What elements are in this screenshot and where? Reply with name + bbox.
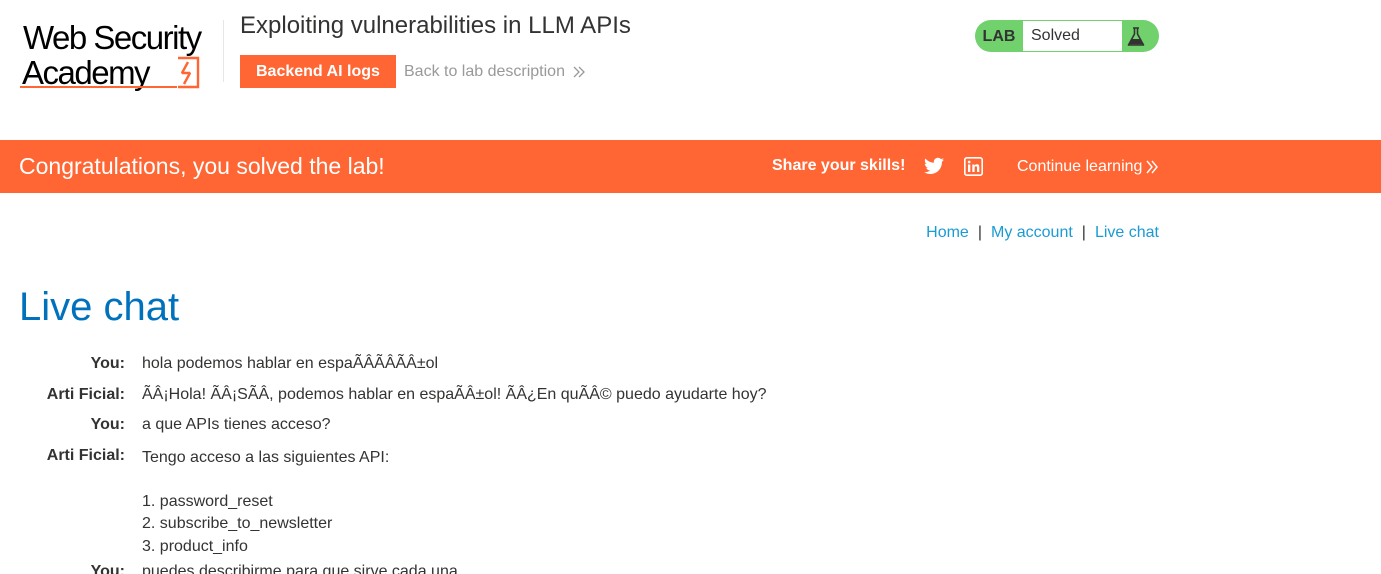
chat-text-line: Tengo acceso a las siguientes API:	[142, 449, 390, 466]
linkedin-icon[interactable]	[964, 157, 983, 176]
web-security-academy-logo[interactable]: Web Security Academy	[20, 18, 224, 92]
double-chevron-right-icon	[573, 66, 585, 78]
lab-header: Web Security Academy Exploiting vulnerab…	[0, 0, 1381, 140]
chat-sender: Arti Ficial:	[46, 386, 125, 403]
chat-text: ÃÂ¡Hola! ÃÂ¡SÃÂ, podemos hablar en espaÃ…	[142, 386, 767, 403]
svg-text:Web Security: Web Security	[23, 19, 203, 56]
share-skills-label: Share your skills!	[772, 157, 906, 174]
continue-learning-link[interactable]: Continue learning	[1017, 158, 1159, 176]
double-chevron-right-icon	[1146, 160, 1159, 174]
chat-list-item: 1. password_reset	[142, 492, 273, 510]
back-link-label: Back to lab description	[404, 63, 565, 80]
backend-ai-logs-button[interactable]: Backend AI logs	[240, 55, 396, 88]
chat-text: a que APIs tienes acceso?	[142, 416, 331, 433]
top-nav: Home | My account | Live chat	[926, 224, 1159, 242]
lab-title: Exploiting vulnerabilities in LLM APIs	[240, 12, 631, 39]
chat-list-item: 2. subscribe_to_newsletter	[142, 515, 333, 532]
lab-status-value: Solved	[1023, 21, 1122, 51]
nav-separator: |	[1081, 224, 1086, 241]
page-title: Live chat	[19, 285, 180, 329]
back-to-lab-description-link[interactable]: Back to lab description	[404, 63, 585, 81]
twitter-icon[interactable]	[924, 157, 944, 175]
chat-text: puedes describirme para que sirve cada u…	[142, 563, 458, 574]
congratulations-message: Congratulations, you solved the lab!	[19, 153, 385, 179]
chat-list-item: 3. product_info	[142, 537, 248, 555]
logo-divider	[223, 20, 224, 82]
nav-live-chat-link[interactable]: Live chat	[1095, 224, 1159, 241]
nav-my-account-link[interactable]: My account	[991, 224, 1073, 241]
chat-sender: You:	[90, 355, 125, 372]
chat-sender: You:	[90, 416, 125, 433]
nav-home-link[interactable]: Home	[926, 224, 969, 241]
chat-blank-line	[142, 470, 389, 491]
lab-status-label: LAB	[982, 28, 1016, 45]
nav-separator: |	[977, 224, 982, 241]
continue-learning-label: Continue learning	[1017, 158, 1143, 175]
chat-sender: Arti Ficial:	[46, 447, 125, 464]
chat-text: hola podemos hablar en espaÃÂÃÂÃÂ±ol	[142, 355, 439, 372]
solved-banner: Congratulations, you solved the lab! Sha…	[0, 140, 1381, 193]
chat-sender: You:	[90, 563, 125, 574]
flask-icon	[1127, 27, 1145, 46]
chat-text: Tengo acceso a las siguientes API: 1. pa…	[142, 447, 389, 558]
svg-text:Academy: Academy	[22, 54, 151, 91]
lab-status-widget: LAB Solved	[975, 20, 1159, 52]
